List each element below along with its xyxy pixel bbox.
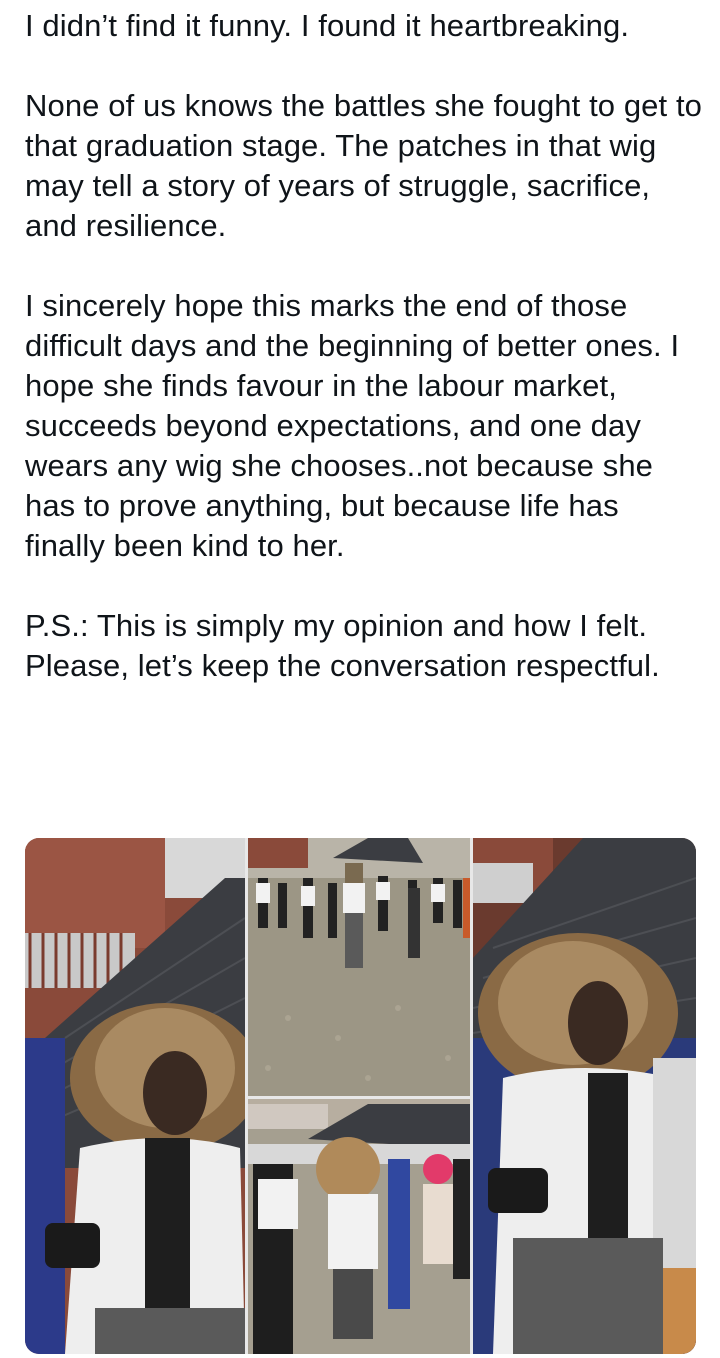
post-paragraph-2: None of us knows the battles she fought … [25, 88, 703, 243]
post-paragraph-4: P.S.: This is simply my opinion and how … [25, 608, 660, 683]
post-paragraph-1: I didn’t find it funny. I found it heart… [25, 8, 630, 43]
media-grid[interactable] [25, 838, 696, 1354]
graduate-walking-photo[interactable] [248, 1099, 470, 1354]
post-text: I didn’t find it funny. I found it heart… [25, 6, 705, 686]
graduate-portrait-photo[interactable] [473, 838, 696, 1354]
graduation-crowd-photo[interactable] [248, 838, 470, 1096]
post-paragraph-3: I sincerely hope this marks the end of t… [25, 288, 680, 563]
graduate-closeup-photo[interactable] [25, 838, 245, 1354]
